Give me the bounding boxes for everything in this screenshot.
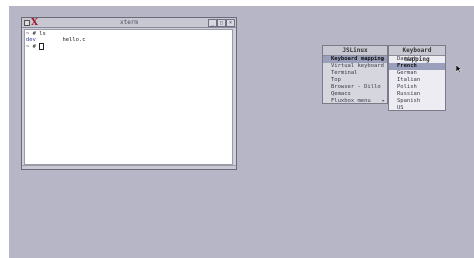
terminal-cursor (39, 43, 45, 50)
menu-item-fluxbox-menu[interactable]: Fluxbox menu ▸ (323, 98, 387, 105)
menu-item-keyboard-mapping[interactable]: Keyboard mapping ▸ (323, 56, 387, 63)
submenu-arrow-icon: ▸ (381, 56, 385, 62)
terminal-area[interactable]: ~ # ls dev hello.c ~ # (24, 29, 233, 165)
menu-item-terminal[interactable]: Terminal (323, 70, 387, 77)
menu-item-russian[interactable]: Russian (389, 91, 445, 98)
submenu-arrow-icon: ▸ (381, 98, 385, 104)
menu-item-browser-dillo[interactable]: Browser - Dillo (323, 84, 387, 91)
window-resize-edge[interactable] (22, 165, 236, 169)
terminal-line: ~ # (26, 43, 45, 50)
menu-item-french[interactable]: French (389, 63, 445, 70)
keyboard-mapping-submenu[interactable]: Keyboard mapping Danish French German It… (388, 45, 446, 111)
menu-title: JSLinux (323, 46, 387, 56)
menu-item-german[interactable]: German (389, 70, 445, 77)
menu-item-italian[interactable]: Italian (389, 77, 445, 84)
menu-item-top[interactable]: Top (323, 77, 387, 84)
menu-item-us[interactable]: US (389, 105, 445, 112)
menu-item-spanish[interactable]: Spanish (389, 98, 445, 105)
prompt: ~ # (26, 44, 40, 50)
mouse-pointer-icon (456, 65, 462, 73)
xterm-titlebar[interactable]: X xterm _ □ × (22, 18, 236, 28)
file-entry: hello.c (62, 37, 86, 43)
minimize-button[interactable]: _ (208, 19, 217, 27)
xterm-window[interactable]: X xterm _ □ × ~ # ls dev hello.c ~ # (21, 17, 237, 170)
maximize-button[interactable]: □ (217, 19, 226, 27)
menu-item-virtual-keyboard[interactable]: Virtual keyboard (323, 63, 387, 70)
menu-item-qemacs[interactable]: Qemacs (323, 91, 387, 98)
menu-item-polish[interactable]: Polish (389, 84, 445, 91)
root-menu[interactable]: JSLinux Keyboard mapping ▸ Virtual keyboa… (322, 45, 388, 104)
submenu-title: Keyboard mapping (389, 46, 445, 63)
close-button[interactable]: × (226, 19, 235, 27)
menu-item-danish[interactable]: Danish (389, 56, 445, 63)
window-title: xterm (119, 19, 139, 26)
